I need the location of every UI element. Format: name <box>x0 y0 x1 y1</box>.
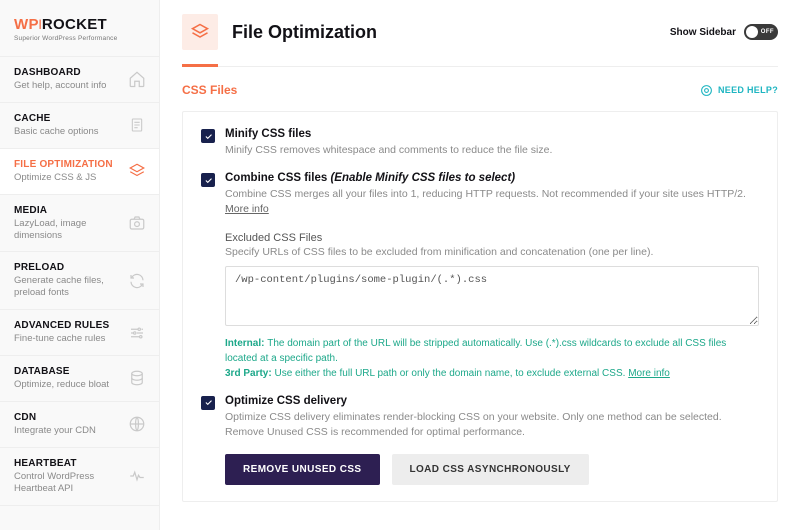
sidebar-item-dashboard[interactable]: DASHBOARD Get help, account info <box>0 57 159 103</box>
nav-label: PRELOAD <box>14 262 121 273</box>
combine-css-desc: Combine CSS merges all your files into 1… <box>225 187 759 217</box>
sidebar-item-advanced-rules[interactable]: ADVANCED RULES Fine-tune cache rules <box>0 310 159 356</box>
optimize-css-checkbox[interactable] <box>201 396 215 410</box>
nav-label: CACHE <box>14 113 121 124</box>
note-more-info-link[interactable]: More info <box>628 368 670 379</box>
sidebar-item-media[interactable]: MEDIA LazyLoad, image dimensions <box>0 195 159 253</box>
note-3rd-label: 3rd Party: <box>225 368 274 379</box>
camera-icon <box>127 213 147 233</box>
sidebar-item-preload[interactable]: PRELOAD Generate cache files, preload fo… <box>0 252 159 310</box>
section-header: CSS Files NEED HELP? <box>182 83 778 97</box>
nav-label: MEDIA <box>14 205 121 216</box>
nav-label: FILE OPTIMIZATION <box>14 159 121 170</box>
nav-desc: Optimize, reduce bloat <box>14 379 121 391</box>
heartbeat-icon <box>127 466 147 486</box>
sidebar-item-cdn[interactable]: CDN Integrate your CDN <box>0 402 159 448</box>
combine-css-checkbox[interactable] <box>201 173 215 187</box>
load-css-async-button[interactable]: LOAD CSS ASYNCHRONOUSLY <box>392 454 589 485</box>
layers-icon <box>127 161 147 181</box>
check-icon <box>204 176 213 185</box>
minify-css-title: Minify CSS files <box>225 128 759 140</box>
sliders-icon <box>127 323 147 343</box>
show-sidebar-toggle[interactable]: OFF <box>744 24 778 40</box>
combine-css-title-text: Combine CSS files <box>225 172 330 184</box>
sidebar-item-heartbeat[interactable]: HEARTBEAT Control WordPress Heartbeat AP… <box>0 448 159 506</box>
logo-tagline: Superior WordPress Performance <box>14 35 145 42</box>
sidebar: WP|ROCKET Superior WordPress Performance… <box>0 0 160 530</box>
section-title: CSS Files <box>182 83 237 97</box>
logo-wp: WP <box>14 16 39 33</box>
home-icon <box>127 69 147 89</box>
refresh-icon <box>127 271 147 291</box>
excluded-css-textarea[interactable] <box>225 266 759 326</box>
check-icon <box>204 398 213 407</box>
optimize-css-desc: Optimize CSS delivery eliminates render-… <box>225 410 759 440</box>
nav-desc: Control WordPress Heartbeat API <box>14 471 121 495</box>
page-header: File Optimization Show Sidebar OFF <box>160 0 800 50</box>
option-combine-css: Combine CSS files (Enable Minify CSS fil… <box>201 172 759 380</box>
show-sidebar-label: Show Sidebar <box>670 27 736 38</box>
minify-css-desc: Minify CSS removes whitespace and commen… <box>225 143 759 158</box>
sidebar-item-cache[interactable]: CACHE Basic cache options <box>0 103 159 149</box>
combine-css-title-hint: (Enable Minify CSS files to select) <box>330 172 515 184</box>
database-icon <box>127 368 147 388</box>
content: CSS Files NEED HELP? Minify CSS files Mi… <box>160 67 800 530</box>
optimize-css-buttons: REMOVE UNUSED CSS LOAD CSS ASYNCHRONOUSL… <box>225 454 759 485</box>
nav-desc: Get help, account info <box>14 80 121 92</box>
option-minify-css: Minify CSS files Minify CSS removes whit… <box>201 128 759 158</box>
remove-unused-css-button[interactable]: REMOVE UNUSED CSS <box>225 454 380 485</box>
logo-separator: | <box>39 19 42 30</box>
page-title: File Optimization <box>232 22 656 43</box>
show-sidebar-control: Show Sidebar OFF <box>670 24 778 40</box>
combine-css-desc-text: Combine CSS merges all your files into 1… <box>225 188 746 200</box>
sidebar-item-database[interactable]: DATABASE Optimize, reduce bloat <box>0 356 159 402</box>
note-internal-text: The domain part of the URL will be strip… <box>225 338 726 364</box>
help-icon <box>700 84 713 97</box>
logo: WP|ROCKET Superior WordPress Performance <box>0 0 159 57</box>
header-layers-icon <box>182 14 218 50</box>
logo-rocket: ROCKET <box>42 16 107 33</box>
sidebar-item-file-optimization[interactable]: FILE OPTIMIZATION Optimize CSS & JS <box>0 149 159 195</box>
nav-desc: Fine-tune cache rules <box>14 333 121 345</box>
check-icon <box>204 132 213 141</box>
sidebar-nav: DASHBOARD Get help, account info CACHE B… <box>0 57 159 530</box>
css-files-panel: Minify CSS files Minify CSS removes whit… <box>182 111 778 502</box>
nav-label: ADVANCED RULES <box>14 320 121 331</box>
toggle-knob <box>746 26 758 38</box>
nav-label: DASHBOARD <box>14 67 121 78</box>
option-optimize-css-delivery: Optimize CSS delivery Optimize CSS deliv… <box>201 395 759 485</box>
nav-label: CDN <box>14 412 121 423</box>
note-3rd-text: Use either the full URL path or only the… <box>274 368 628 379</box>
logo-text: WP|ROCKET <box>14 16 145 33</box>
excluded-css-note: Internal: The domain part of the URL wil… <box>225 336 759 381</box>
nav-desc: Optimize CSS & JS <box>14 172 121 184</box>
nav-label: HEARTBEAT <box>14 458 121 469</box>
toggle-state: OFF <box>761 29 774 35</box>
nav-label: DATABASE <box>14 366 121 377</box>
minify-css-checkbox[interactable] <box>201 129 215 143</box>
optimize-css-title: Optimize CSS delivery <box>225 395 759 407</box>
globe-icon <box>127 414 147 434</box>
nav-desc: Basic cache options <box>14 126 121 138</box>
main: File Optimization Show Sidebar OFF CSS F… <box>160 0 800 530</box>
excluded-css-label: Excluded CSS Files <box>225 232 759 244</box>
combine-more-info-link[interactable]: More info <box>225 203 269 215</box>
need-help-text: NEED HELP? <box>718 85 778 95</box>
note-internal-label: Internal: <box>225 338 267 349</box>
nav-desc: Integrate your CDN <box>14 425 121 437</box>
need-help-link[interactable]: NEED HELP? <box>700 84 778 97</box>
excluded-css-desc: Specify URLs of CSS files to be excluded… <box>225 246 759 258</box>
combine-css-title: Combine CSS files (Enable Minify CSS fil… <box>225 172 759 184</box>
document-icon <box>127 115 147 135</box>
nav-desc: LazyLoad, image dimensions <box>14 218 121 242</box>
nav-desc: Generate cache files, preload fonts <box>14 275 121 299</box>
